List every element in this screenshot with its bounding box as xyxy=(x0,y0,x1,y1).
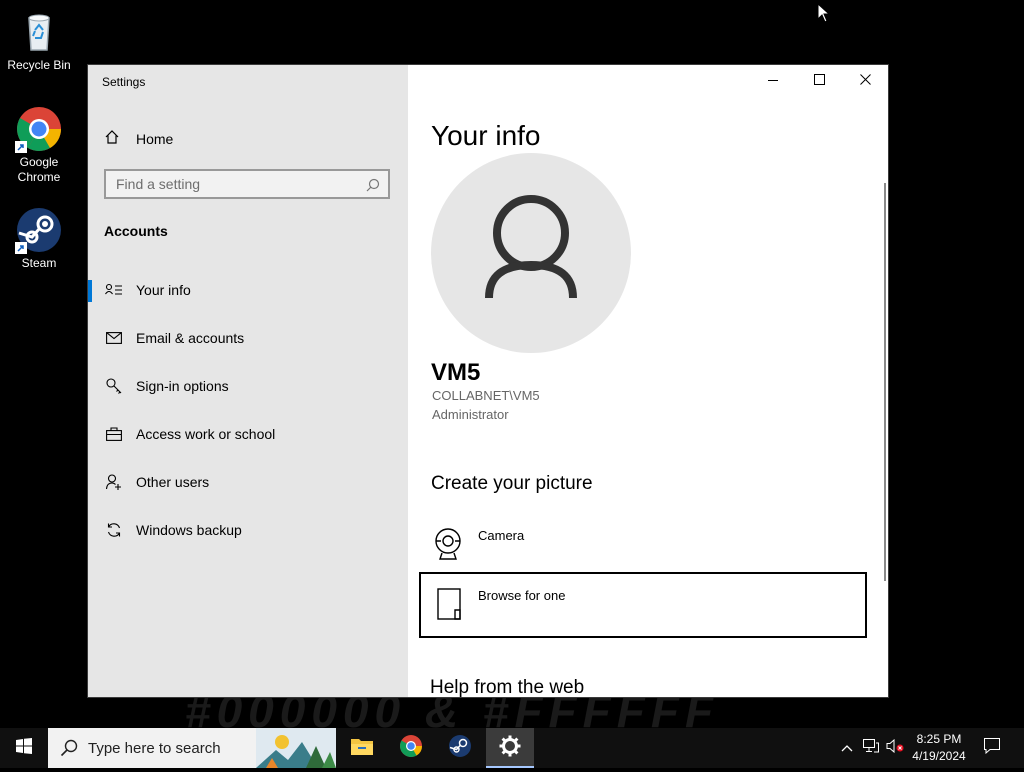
sidebar-item-other-users[interactable]: Other users xyxy=(88,462,408,502)
home-label: Home xyxy=(136,130,174,147)
sidebar-item-sign-in-options[interactable]: Sign-in options xyxy=(88,366,408,406)
home-nav-link[interactable]: Home xyxy=(104,129,173,148)
search-icon xyxy=(60,739,78,757)
window-title: Settings xyxy=(102,75,146,89)
user-display-name: VM5 xyxy=(431,359,481,386)
taskbar-search-placeholder: Type here to search xyxy=(88,739,221,757)
desktop-icon-label: Steam xyxy=(21,256,57,270)
recycle-bin-icon xyxy=(15,8,63,56)
clock-time: 8:25 PM xyxy=(916,732,962,746)
sync-icon xyxy=(104,520,124,540)
taskbar-search-box[interactable]: Type here to search xyxy=(48,728,336,768)
sidebar-item-email-accounts[interactable]: Email & accounts xyxy=(88,318,408,358)
network-icon xyxy=(863,738,879,758)
chrome-icon xyxy=(15,105,63,153)
notification-icon xyxy=(984,737,1000,759)
briefcase-icon xyxy=(104,424,124,444)
minimize-button[interactable] xyxy=(750,65,796,97)
start-button[interactable] xyxy=(0,728,48,768)
action-center-button[interactable] xyxy=(980,728,1004,768)
sidebar-item-label: Email & accounts xyxy=(136,330,245,346)
sidebar-item-your-info[interactable]: Your info xyxy=(88,270,408,310)
windows-logo-icon xyxy=(16,737,32,759)
user-role: Administrator xyxy=(432,407,509,422)
taskbar-file-explorer[interactable] xyxy=(338,728,386,768)
volume-muted-icon xyxy=(886,738,904,758)
close-button[interactable] xyxy=(842,65,888,97)
taskbar-clock[interactable]: 8:25 PM 4/19/2024 xyxy=(904,731,974,765)
steam-icon xyxy=(448,734,472,763)
steam-icon xyxy=(15,206,63,254)
avatar xyxy=(431,153,631,353)
sidebar-item-access-work-school[interactable]: Access work or school xyxy=(88,414,408,454)
page-title: Your info xyxy=(431,120,541,151)
contact-card-icon xyxy=(104,280,124,300)
content-scrollbar[interactable] xyxy=(884,183,886,581)
mouse-pointer-icon xyxy=(817,2,831,28)
find-setting-input[interactable]: Find a setting xyxy=(104,169,390,199)
sidebar-item-label: Other users xyxy=(136,474,210,490)
desktop-icon-steam[interactable]: Steam xyxy=(1,206,77,271)
section-heading-accounts: Accounts xyxy=(104,223,168,239)
desktop-icon-label: Recycle Bin xyxy=(7,58,71,72)
minimize-icon xyxy=(768,72,778,90)
desktop-icon-google-chrome[interactable]: Google Chrome xyxy=(1,105,77,185)
create-picture-heading: Create your picture xyxy=(431,473,593,494)
folder-icon xyxy=(350,736,374,761)
settings-window[interactable]: Settings Home Find a setting Accounts Yo… xyxy=(88,65,888,697)
camera-option-label: Camera xyxy=(478,528,525,543)
search-icon xyxy=(366,178,380,195)
search-highlight-illustration xyxy=(256,728,336,768)
sidebar-item-label: Access work or school xyxy=(136,426,276,442)
sidebar-item-label: Your info xyxy=(136,282,191,298)
home-icon xyxy=(104,129,120,148)
key-icon xyxy=(104,376,124,396)
user-account-name: COLLABNET\VM5 xyxy=(432,388,540,403)
maximize-icon xyxy=(813,72,825,90)
volume-tray-button[interactable] xyxy=(884,728,906,768)
taskbar: Type here to search 8:25 PM 4/19/2024 xyxy=(0,728,1024,768)
chrome-icon xyxy=(399,734,423,763)
person-add-icon xyxy=(104,472,124,492)
gear-icon xyxy=(499,735,521,762)
maximize-button[interactable] xyxy=(796,65,842,97)
chevron-up-icon xyxy=(841,739,853,757)
show-hidden-icons-button[interactable] xyxy=(838,728,856,768)
search-placeholder: Find a setting xyxy=(116,176,201,192)
taskbar-steam[interactable] xyxy=(436,728,484,768)
close-icon xyxy=(859,72,871,90)
network-tray-button[interactable] xyxy=(860,728,882,768)
webcam-icon xyxy=(431,527,465,564)
browse-for-one-option[interactable]: Browse for one xyxy=(419,572,867,638)
mail-icon xyxy=(104,328,124,348)
sidebar-item-label: Sign-in options xyxy=(136,378,229,394)
sidebar-item-label: Windows backup xyxy=(136,522,242,538)
clock-date: 4/19/2024 xyxy=(912,749,966,763)
desktop-icon-label: Google Chrome xyxy=(17,155,61,184)
help-from-web-heading: Help from the web xyxy=(430,677,585,697)
desktop-icon-recycle-bin[interactable]: Recycle Bin xyxy=(1,8,77,73)
person-icon xyxy=(485,195,577,299)
document-icon xyxy=(437,588,465,625)
settings-sidebar: Settings Home Find a setting Accounts Yo… xyxy=(88,65,408,697)
taskbar-chrome[interactable] xyxy=(387,728,435,768)
browse-option-label: Browse for one xyxy=(478,588,566,603)
sidebar-item-windows-backup[interactable]: Windows backup xyxy=(88,510,408,550)
camera-option[interactable]: Camera xyxy=(431,525,851,567)
taskbar-settings[interactable] xyxy=(486,728,534,768)
